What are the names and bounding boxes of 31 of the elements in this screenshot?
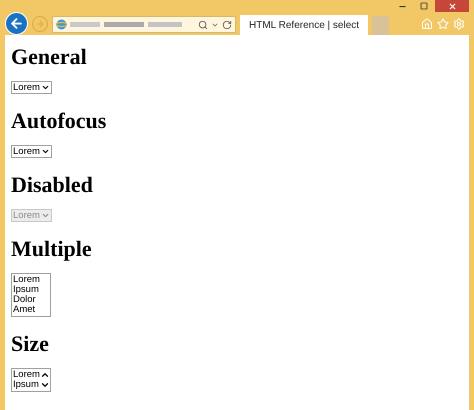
section-heading: Multiple (11, 237, 92, 261)
section-heading: Size (11, 332, 49, 356)
back-button[interactable] (5, 12, 28, 35)
list-option[interactable]: Ipsum (13, 285, 49, 295)
scroll-down-icon[interactable] (40, 380, 50, 390)
dropdown-select[interactable]: Lorem (11, 145, 52, 158)
section-heading: General (11, 45, 87, 69)
section-heading: Autofocus (11, 109, 106, 133)
arrow-right-icon (35, 18, 45, 28)
list-option[interactable]: Amet (13, 305, 49, 315)
maximize-icon (420, 2, 428, 10)
list-box[interactable]: Lorem Ipsum (11, 368, 51, 392)
scroll-up-icon[interactable] (40, 370, 50, 380)
section-heading: Disabled (11, 173, 93, 197)
chevron-down-icon (40, 211, 50, 220)
close-button[interactable] (435, 0, 469, 12)
globe-icon (56, 19, 67, 30)
list-option[interactable]: Lorem (13, 370, 40, 380)
refresh-icon[interactable] (222, 20, 232, 30)
browser-tab[interactable]: HTML Reference | select (240, 15, 368, 35)
close-icon (448, 2, 456, 10)
list-box[interactable]: Lorem Ipsum Dolor Amet (11, 273, 51, 317)
list-option[interactable]: Dolor (13, 295, 49, 305)
chevron-down-icon (40, 83, 50, 92)
address-field[interactable] (52, 16, 236, 33)
search-icon[interactable] (198, 20, 208, 30)
star-icon[interactable] (437, 18, 449, 30)
list-option[interactable]: Ipsum (13, 380, 40, 390)
chevron-down-icon (40, 147, 50, 156)
dropdown-select[interactable]: Lorem (11, 81, 52, 94)
list-option[interactable]: Lorem (13, 275, 49, 285)
